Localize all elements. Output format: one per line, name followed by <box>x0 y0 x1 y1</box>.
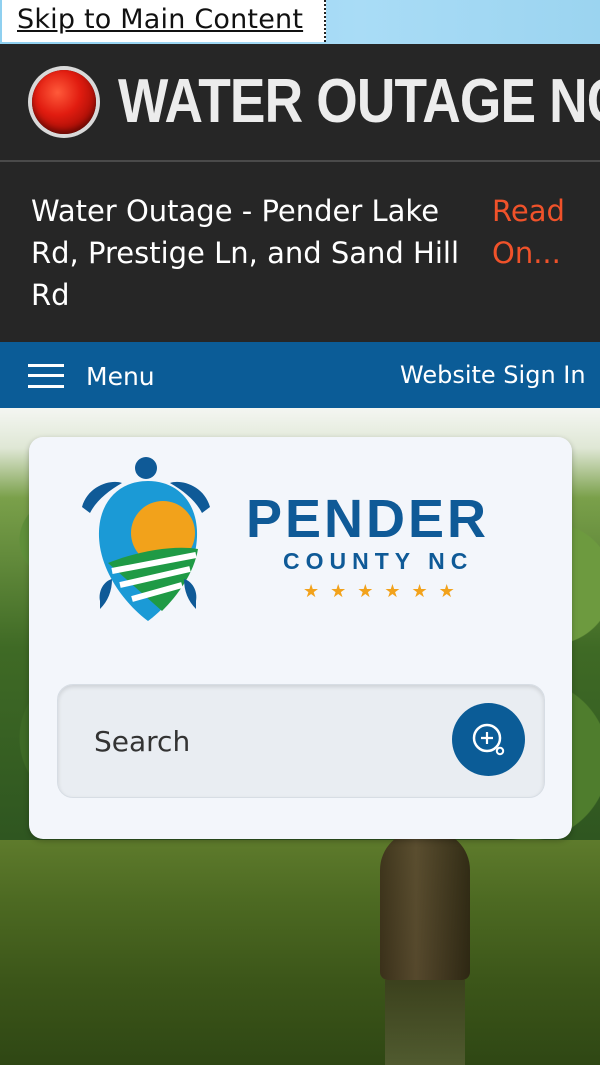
logo-stars: ★★★★★★ <box>303 581 466 602</box>
skip-link-container: Skip to Main Content <box>2 0 326 42</box>
alert-title[interactable]: WATER OUTAGE NC <box>118 66 600 137</box>
logo-subtitle: COUNTY NC <box>283 548 474 574</box>
river-background <box>0 840 600 1065</box>
alert-read-more-link[interactable]: Read On... <box>492 190 592 274</box>
search-button[interactable] <box>452 703 525 776</box>
hamburger-menu-icon[interactable] <box>28 364 64 388</box>
menu-button[interactable]: Menu <box>86 362 155 391</box>
logo-wordmark[interactable]: PENDER <box>246 488 489 550</box>
search-icon <box>472 723 505 756</box>
website-sign-in-link[interactable]: Website Sign In <box>400 361 586 389</box>
turtle-icon[interactable] <box>78 455 218 625</box>
alert-message: Water Outage - Pender Lake Rd, Prestige … <box>31 194 460 312</box>
search-input[interactable] <box>94 722 434 760</box>
cypress-tree <box>380 830 470 980</box>
alert-siren-icon <box>32 70 96 134</box>
tree-reflection <box>385 980 465 1065</box>
skip-to-main-link[interactable]: Skip to Main Content <box>17 4 303 35</box>
